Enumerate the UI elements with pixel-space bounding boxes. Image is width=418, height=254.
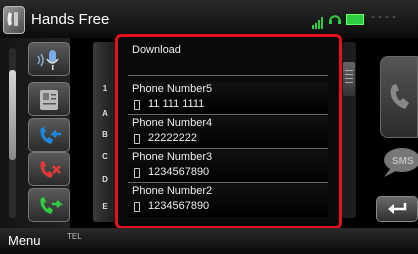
contact-number: 22222222 — [148, 132, 197, 144]
signal-strength-icon — [312, 16, 324, 29]
index-c[interactable]: C — [93, 152, 117, 161]
index-d[interactable]: D — [93, 175, 117, 184]
alphabet-index[interactable]: 1 A B C D E — [93, 42, 117, 222]
svg-text:SMS: SMS — [392, 156, 414, 167]
hands-free-app-icon — [3, 6, 25, 34]
left-scrollbar-thumb[interactable] — [9, 70, 16, 160]
index-b[interactable]: B — [93, 130, 117, 139]
contact-name: Phone Number2 — [132, 185, 213, 197]
download-label: Download — [132, 44, 181, 56]
contact-name: Phone Number3 — [132, 151, 213, 163]
mobile-phone-icon — [134, 202, 140, 212]
phone-handset-icon — [387, 83, 413, 116]
list-scrollbar-thumb[interactable] — [343, 62, 355, 96]
sms-bubble-icon: SMS — [380, 148, 418, 183]
menu-button[interactable]: Menu — [8, 233, 41, 248]
index-1[interactable]: 1 — [93, 84, 117, 93]
list-item[interactable]: Phone Number3 1234567890 — [128, 150, 328, 183]
contact-number: 1234567890 — [148, 166, 210, 178]
list-item[interactable]: Phone Number4 22222222 — [128, 116, 328, 149]
mobile-phone-icon — [134, 100, 140, 110]
mobile-phone-icon — [134, 168, 140, 178]
bottom-bar — [0, 228, 418, 254]
list-item[interactable]: Phone Number2 1234567890 — [128, 184, 328, 217]
screen-title: Hands Free — [31, 11, 110, 28]
battery-icon — [346, 14, 364, 25]
list-item[interactable]: Phone Number5 11 111 1111 — [128, 82, 328, 115]
index-e[interactable]: E — [93, 202, 117, 211]
voice-dial-button[interactable] — [28, 42, 70, 76]
mobile-phone-icon — [134, 134, 140, 144]
back-button[interactable] — [376, 196, 418, 222]
contact-number: 11 111 1111 — [148, 98, 205, 110]
sms-button[interactable]: SMS — [380, 145, 418, 179]
index-a[interactable]: A — [93, 109, 117, 118]
incoming-calls-button[interactable] — [28, 118, 70, 152]
call-button[interactable] — [380, 56, 418, 138]
contact-number: 1234567890 — [148, 200, 210, 212]
outgoing-calls-button[interactable] — [28, 188, 70, 222]
contact-name: Phone Number4 — [132, 117, 213, 129]
status-dashes: ---- — [370, 13, 399, 24]
download-item[interactable]: Download — [128, 40, 328, 76]
missed-calls-button[interactable] — [28, 152, 70, 186]
phonebook-button[interactable] — [28, 82, 70, 116]
phone-connected-icon — [328, 12, 342, 26]
return-arrow-icon — [387, 201, 409, 222]
contact-name: Phone Number5 — [132, 83, 213, 95]
tel-label: TEL — [67, 232, 82, 241]
